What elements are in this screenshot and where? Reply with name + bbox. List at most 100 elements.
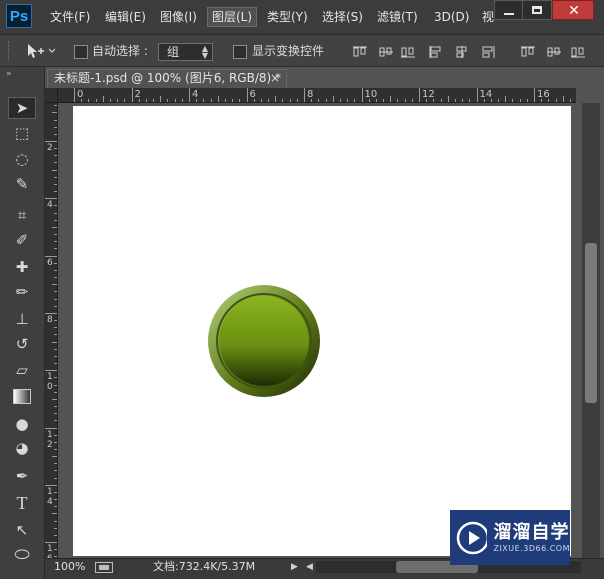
distribute-top-icon[interactable] — [520, 44, 536, 58]
ruler-label: 8 — [47, 314, 53, 325]
close-window-button[interactable]: ✕ — [552, 0, 594, 20]
move-tool-preset-icon[interactable] — [24, 41, 56, 61]
ruler-label: 2 — [134, 89, 141, 100]
vertical-ruler[interactable]: 2 4 6 8 1 0 1 2 1 4 1 6 — [45, 103, 58, 558]
watermark-play-icon — [456, 521, 488, 554]
ruler-tick — [153, 99, 155, 102]
ruler-tick — [54, 499, 57, 501]
ruler-tick — [52, 226, 57, 228]
gradient-tool-icon[interactable] — [8, 385, 36, 407]
ruler-tick — [440, 99, 442, 102]
ruler-tick — [54, 434, 57, 436]
ruler-tick — [54, 126, 57, 128]
eraser-tool-icon[interactable]: ▱ — [8, 359, 36, 381]
healing-brush-tool-icon[interactable]: ✚ — [8, 256, 36, 278]
ruler-tick — [275, 96, 277, 102]
ruler-tick — [54, 320, 57, 322]
ruler-tick — [54, 205, 57, 207]
ruler-label: 0 — [77, 89, 84, 100]
align-right-edges-icon[interactable] — [480, 44, 496, 58]
lasso-tool-icon[interactable]: ◌ — [8, 148, 36, 170]
tab-close-icon[interactable]: × — [270, 70, 280, 87]
ruler-tick — [411, 99, 413, 102]
ruler-label: 10 — [364, 89, 378, 100]
ruler-tick — [45, 255, 57, 257]
scroll-left-icon[interactable]: ◀ — [306, 561, 313, 573]
clone-stamp-tool-icon[interactable]: ⊥ — [8, 308, 36, 330]
path-select-tool-icon[interactable]: ↖ — [8, 519, 36, 541]
vertical-scrollbar-thumb[interactable] — [585, 243, 597, 403]
ruler-tick — [447, 96, 449, 102]
pen-tool-icon[interactable]: ✒ — [8, 465, 36, 487]
dodge-tool-icon[interactable]: ◕ — [8, 437, 36, 459]
distribute-vcenter-icon[interactable] — [546, 44, 562, 58]
ruler-tick — [534, 88, 535, 102]
ruler-tick — [54, 549, 57, 551]
ruler-tick — [124, 99, 126, 102]
dropdown-arrow-icon: ▲ ▼ — [201, 44, 208, 60]
ruler-label: 4 — [192, 89, 199, 100]
ruler-tick — [217, 96, 219, 102]
quick-select-tool-icon[interactable]: ✎ — [8, 173, 36, 195]
ruler-tick — [54, 477, 57, 479]
history-brush-tool-icon[interactable]: ↺ — [8, 333, 36, 355]
menu-item[interactable]: 图层(L) — [207, 7, 258, 27]
document-size-info: 文档:732.4K/5.37M — [153, 560, 256, 573]
document-tab[interactable]: 未标题-1.psd @ 100% (图片6, RGB/8) * × — [47, 69, 287, 88]
ruler-tick — [45, 542, 57, 544]
align-left-edges-icon[interactable] — [428, 44, 444, 58]
ruler-tick — [167, 99, 169, 102]
type-tool-icon[interactable]: T — [8, 492, 36, 514]
document-canvas[interactable] — [73, 106, 571, 556]
ruler-tick — [160, 96, 162, 102]
menu-item[interactable]: 选择(S) — [318, 8, 367, 26]
ellipse-tool-icon[interactable]: ⬭ — [8, 544, 36, 566]
menu-item[interactable]: 图像(I) — [156, 8, 201, 26]
ruler-label: 16 — [537, 89, 550, 100]
ruler-tick — [45, 312, 57, 314]
ruler-tick — [296, 99, 298, 102]
ruler-tick — [476, 88, 478, 102]
menu-item[interactable]: 文件(F) — [46, 8, 94, 26]
align-top-edges-icon[interactable] — [352, 44, 368, 58]
align-bottom-edges-icon[interactable] — [400, 44, 416, 58]
align-horizontal-centers-icon[interactable] — [454, 44, 470, 58]
align-vertical-centers-icon[interactable] — [378, 44, 394, 58]
status-arrow-icon[interactable]: ▶ — [291, 561, 298, 573]
ruler-label: 2 — [47, 143, 53, 153]
auto-select-dropdown[interactable]: 组 ▲ ▼ — [158, 43, 213, 61]
crop-tool-icon[interactable]: ⌗ — [8, 204, 36, 226]
ruler-tick — [54, 327, 57, 329]
menu-item[interactable]: 滤镜(T) — [373, 8, 422, 26]
menu-item[interactable]: 类型(Y) — [263, 8, 312, 26]
ruler-tick — [268, 99, 270, 102]
auto-select-checkbox[interactable] — [74, 45, 88, 59]
ruler-tick — [419, 88, 420, 102]
show-transform-label: 显示变换控件 — [252, 44, 325, 58]
ruler-tick — [54, 183, 57, 185]
ruler-tick — [332, 96, 334, 102]
menu-item[interactable]: 3D(D) — [430, 8, 473, 26]
menu-item[interactable]: 编辑(E) — [101, 8, 150, 26]
ruler-tick — [569, 99, 571, 102]
ruler-tick — [203, 99, 205, 102]
blur-tool-icon[interactable]: ● — [8, 413, 36, 435]
eyedropper-tool-icon[interactable]: ✐ — [8, 229, 36, 251]
show-transform-checkbox[interactable] — [233, 45, 247, 59]
ruler-tick — [54, 119, 57, 121]
ruler-origin[interactable] — [45, 88, 58, 103]
minimize-button[interactable] — [494, 0, 524, 20]
maximize-button[interactable] — [522, 0, 552, 20]
brush-tool-icon[interactable]: ✏ — [8, 281, 36, 303]
distribute-bottom-icon[interactable] — [570, 44, 586, 58]
ruler-label: 1 0 — [47, 372, 53, 393]
status-options-icon[interactable] — [95, 562, 113, 573]
marquee-tool-icon[interactable]: ⬚ — [8, 122, 36, 144]
zoom-level[interactable]: 100% — [54, 560, 85, 574]
panel-collapse-icon[interactable]: » — [6, 69, 12, 79]
ruler-tick — [52, 513, 57, 515]
document-tab-title: 未标题-1.psd @ 100% (图片6, RGB/8) * — [54, 71, 282, 85]
move-tool-icon[interactable]: ➤ — [8, 97, 36, 119]
ruler-tick — [339, 99, 341, 102]
horizontal-ruler[interactable]: 0 2 4 6 8 10 12 14 16 — [58, 88, 576, 103]
